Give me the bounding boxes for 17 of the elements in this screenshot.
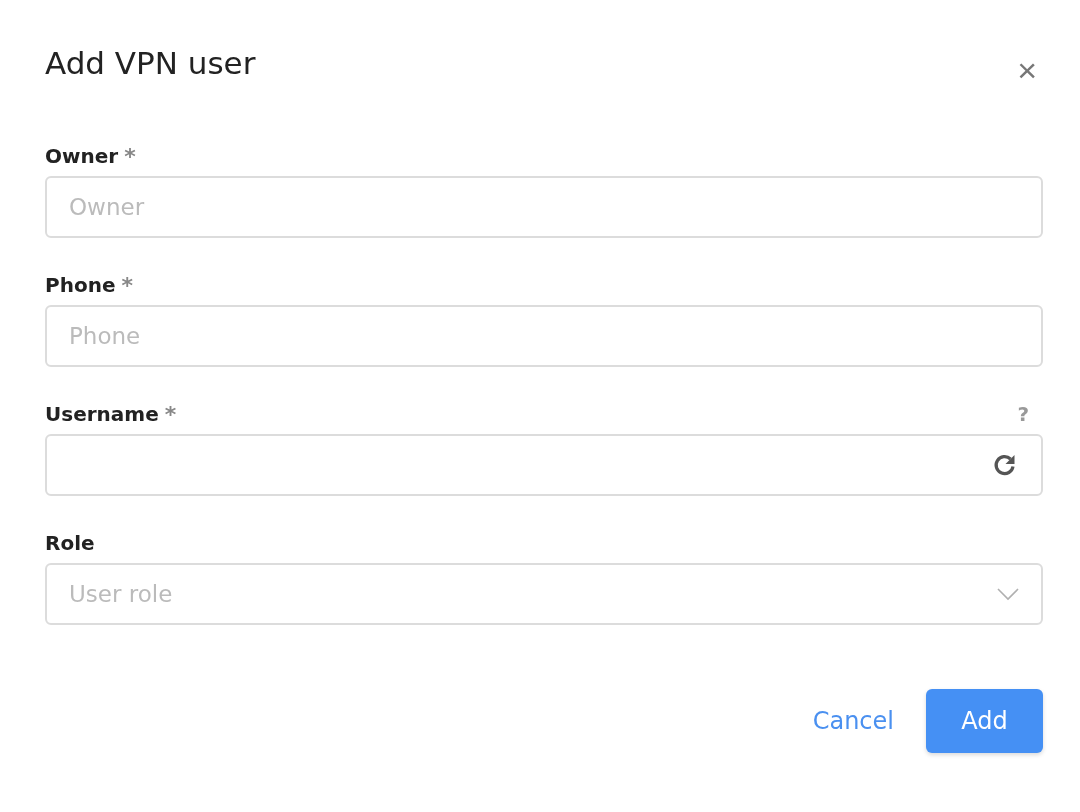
input-field[interactable]: Phone [45, 305, 1043, 367]
close-button[interactable]: × [1011, 50, 1043, 90]
field-label: Role [45, 531, 95, 555]
required-mark: * [124, 143, 136, 169]
field-label: Username [45, 402, 159, 426]
input-field[interactable]: Owner [45, 176, 1043, 238]
dialog-title: Add VPN user [45, 44, 256, 83]
select-field[interactable]: User role [45, 563, 1043, 625]
add-button[interactable]: Add [926, 689, 1043, 753]
help-mark[interactable]: ? [1017, 402, 1029, 426]
required-mark: * [121, 272, 133, 298]
field-label: Owner [45, 144, 119, 168]
required-mark: * [164, 401, 177, 427]
chevron-down-icon [997, 587, 1019, 601]
field-label: Phone [45, 273, 116, 297]
input-field[interactable] [45, 434, 1043, 496]
cancel-button[interactable]: Cancel [812, 707, 894, 735]
